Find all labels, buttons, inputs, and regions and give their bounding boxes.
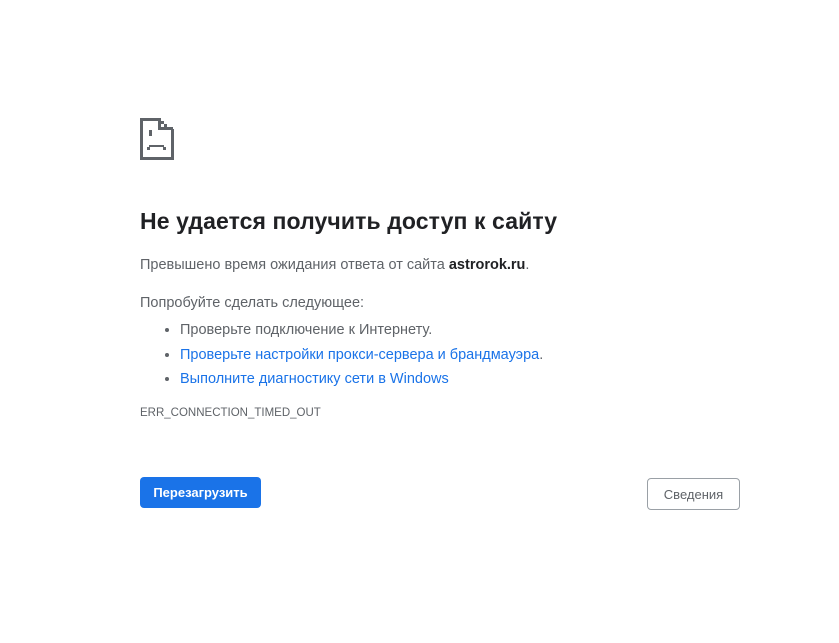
reload-button[interactable]: Перезагрузить	[140, 477, 261, 508]
page-title: Не удается получить доступ к сайту	[140, 208, 558, 234]
error-summary: Превышено время ожидания ответа от сайта…	[140, 257, 529, 273]
sad-page-icon	[140, 118, 174, 160]
suggestions-list: Проверьте подключение к Интернету. Прове…	[140, 318, 543, 392]
suggestions-title: Попробуйте сделать следующее:	[140, 295, 365, 311]
error-code: ERR_CONNECTION_TIMED_OUT	[140, 407, 321, 419]
windows-diagnostics-link[interactable]: Выполните диагностику сети в Windows	[180, 371, 449, 387]
suggestion-suffix: .	[539, 346, 544, 363]
site-host: astrorok.ru	[448, 257, 526, 273]
suggestion-item: Выполните диагностику сети в Windows	[180, 367, 543, 392]
suggestion-item: Проверьте подключение к Интернету.	[180, 318, 543, 343]
suggestion-text: Проверьте подключение к Интернету.	[180, 322, 433, 338]
summary-text: Превышено время ожидания ответа от сайта	[140, 257, 449, 273]
details-button[interactable]: Сведения	[647, 478, 740, 510]
suggestion-item: Проверьте настройки прокси-сервера и бра…	[180, 343, 543, 368]
proxy-firewall-link[interactable]: Проверьте настройки прокси-сервера и бра…	[180, 347, 539, 363]
summary-suffix: .	[525, 257, 530, 273]
